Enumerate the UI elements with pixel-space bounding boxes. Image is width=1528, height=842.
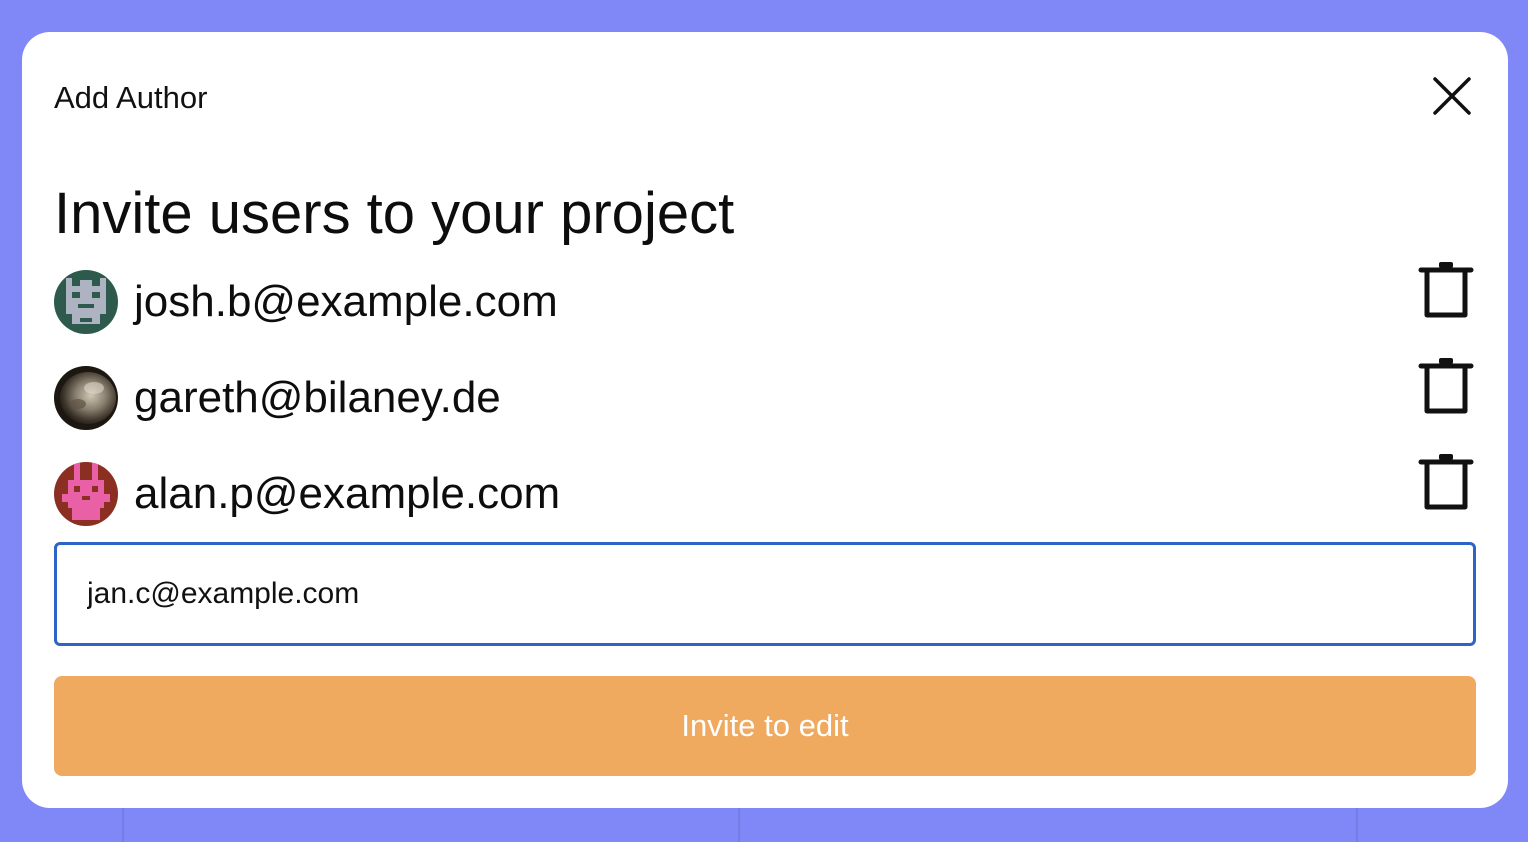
trash-icon [1418,454,1474,510]
avatar [54,270,118,334]
avatar [54,462,118,526]
avatar [54,366,118,430]
user-email: alan.p@example.com [134,469,561,518]
list-item: gareth@bilaney.de [54,358,1476,430]
backdrop-divider [122,808,124,842]
trash-icon [1418,358,1474,414]
modal-title: Add Author [54,80,208,115]
delete-user-button[interactable] [1416,452,1476,512]
close-icon [1433,77,1471,115]
user-email: gareth@bilaney.de [134,373,501,422]
list-item: alan.p@example.com [54,454,1476,526]
delete-user-button[interactable] [1416,260,1476,320]
backdrop-divider [1356,808,1358,842]
delete-user-button[interactable] [1416,356,1476,416]
invite-to-edit-button[interactable]: Invite to edit [54,676,1476,776]
trash-icon [1418,262,1474,318]
list-item: josh.b@example.com [54,262,1476,334]
page-heading: Invite users to your project [54,181,735,246]
close-button[interactable] [1428,72,1476,120]
backdrop-divider [738,808,740,842]
user-email: josh.b@example.com [134,277,558,326]
email-input[interactable] [54,542,1476,646]
add-author-modal: Add Author Invite users to your project [22,32,1508,808]
